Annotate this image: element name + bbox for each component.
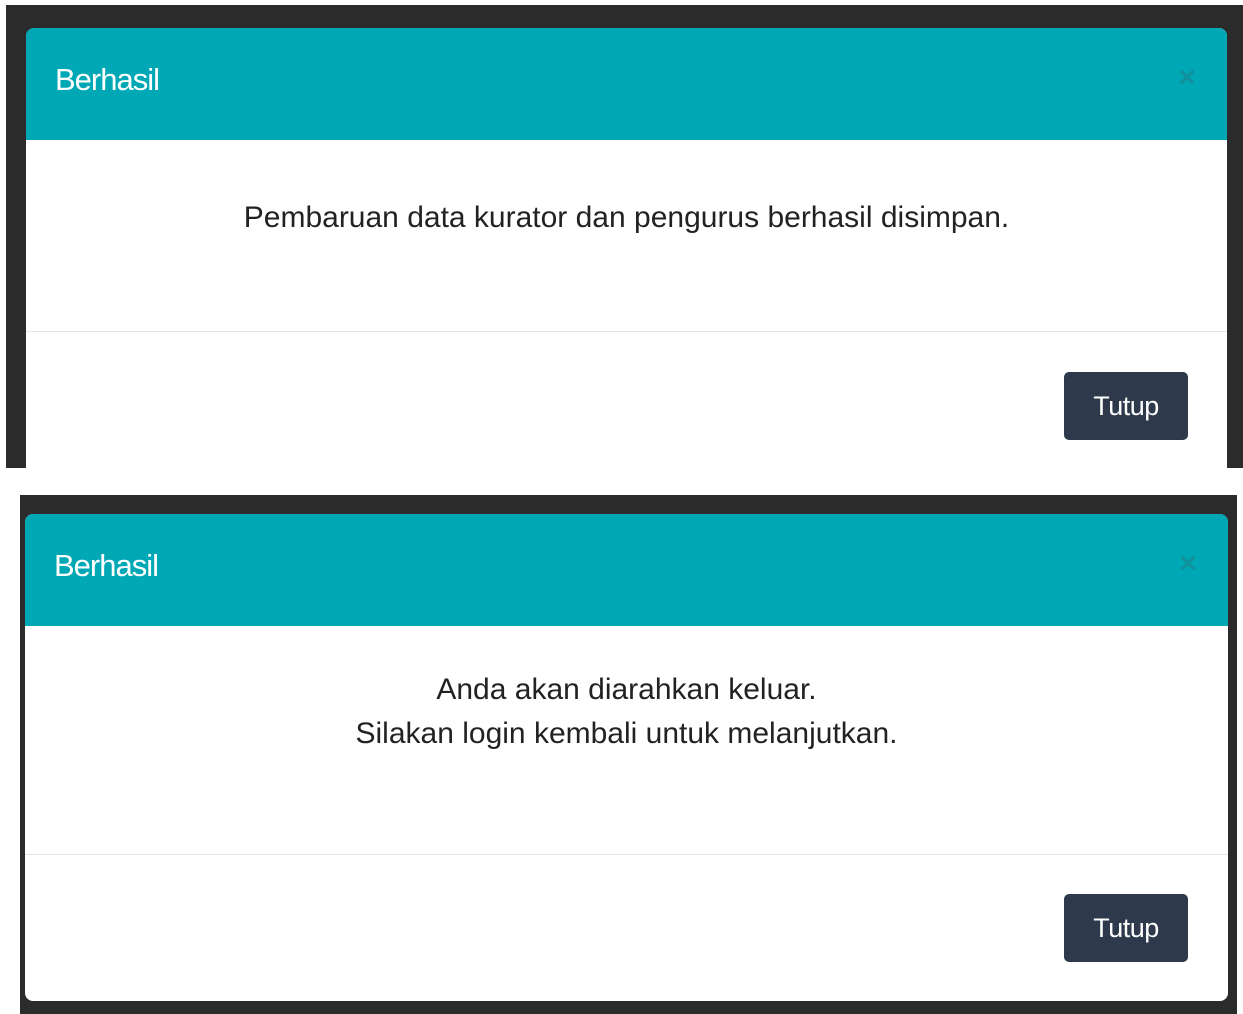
dialog-message-line: Silakan login kembali untuk melanjutkan. [355,717,898,750]
dialog-message: Pembaruan data kurator dan pengurus berh… [26,196,1227,240]
close-button[interactable]: Tutup [1064,894,1188,962]
dialog-message-line: Anda akan diarahkan keluar. [436,673,817,706]
footer-divider [26,331,1227,332]
dialog-title: Berhasil [55,62,160,97]
dialog-title: Berhasil [54,548,159,583]
success-dialog-1: Berhasil × Pembaruan data kurator dan pe… [26,28,1227,480]
success-dialog-2: Berhasil × Anda akan diarahkan keluar. S… [25,514,1228,1001]
close-button[interactable]: Tutup [1064,372,1188,440]
modal-backdrop-1: Berhasil × Pembaruan data kurator dan pe… [6,5,1243,480]
footer-divider [25,854,1228,855]
dialog-header: Berhasil × [25,514,1228,626]
dialog-header: Berhasil × [26,28,1227,140]
dialog-message-line: Pembaruan data kurator dan pengurus berh… [243,201,1010,234]
dialog-message: Anda akan diarahkan keluar. Silakan logi… [25,668,1228,756]
close-icon[interactable]: × [1173,63,1201,93]
modal-backdrop-2: Berhasil × Anda akan diarahkan keluar. S… [20,495,1237,1014]
close-icon[interactable]: × [1174,549,1202,579]
